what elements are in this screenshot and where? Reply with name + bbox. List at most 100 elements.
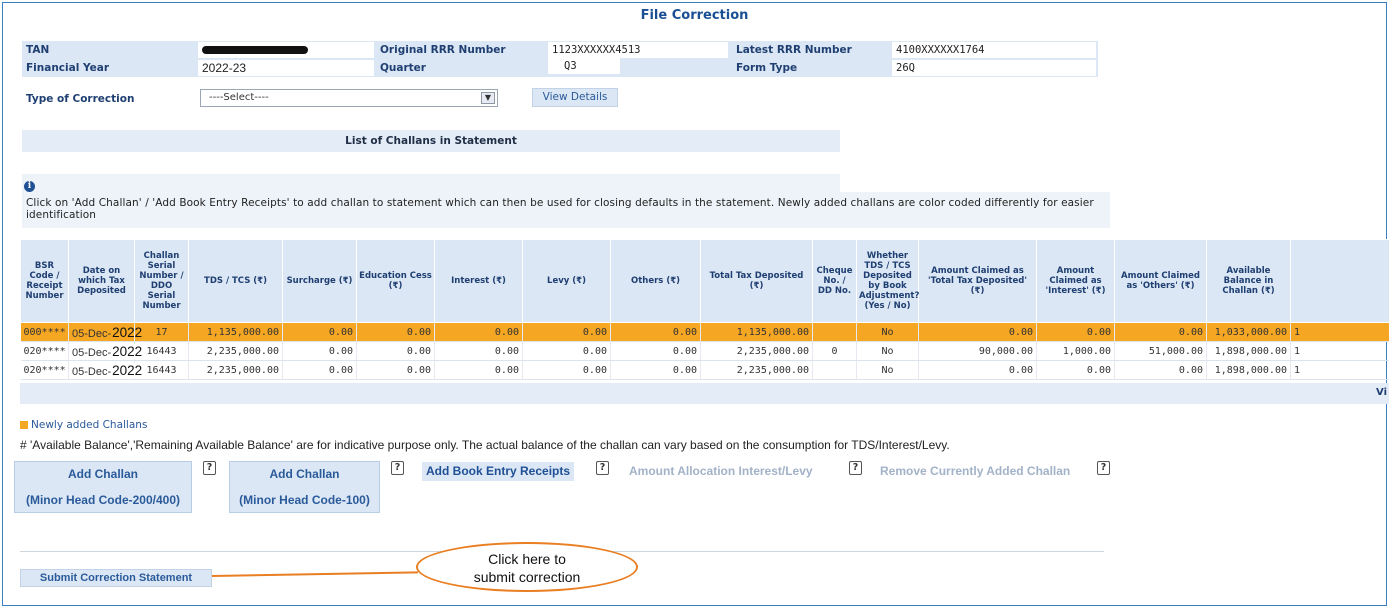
tan-masked-value (202, 46, 308, 54)
header-cheque-dd: Cheque No. / DD No. (812, 239, 857, 323)
cell-date-day: 05-Dec- (72, 327, 112, 340)
header-interest: Interest (₹) (434, 239, 523, 323)
cell-cess: 0.00 (356, 360, 435, 380)
cell-claimed-interest: 1,000.00 (1036, 341, 1115, 361)
cell-overflow: 1 (1290, 322, 1389, 342)
cell-available: 1,898,000.00 (1206, 341, 1291, 361)
cell-overflow: 1 (1290, 360, 1389, 380)
header-date-deposited: Date on which Tax Deposited (68, 239, 135, 323)
cell-tds: 1,135,000.00 (188, 322, 283, 342)
header-challan-serial: Challan Serial Number / DDO Serial Numbe… (134, 239, 189, 323)
form-type-value: 26Q (892, 60, 1096, 76)
add-book-entry-receipts-button[interactable]: Add Book Entry Receipts (422, 462, 575, 481)
remove-added-challan-button[interactable]: Remove Currently Added Challan (876, 462, 1074, 481)
cell-claimed-interest: 0.00 (1036, 322, 1115, 342)
type-of-correction-label: Type of Correction (26, 93, 135, 105)
cell-date-day: 05-Dec- (72, 346, 112, 359)
help-icon[interactable]: ? (849, 461, 862, 475)
cell-book-adjustment: No (856, 360, 919, 380)
header-surcharge: Surcharge (₹) (282, 239, 357, 323)
cell-bsr: 020**** (20, 360, 69, 380)
cell-total: 1,135,000.00 (700, 322, 813, 342)
latest-rrr-label: Latest RRR Number (736, 44, 852, 56)
challans-table-wrapper: BSR Code / Receipt Number Date on which … (20, 239, 1389, 404)
cell-others: 0.00 (610, 341, 701, 361)
help-icon[interactable]: ? (596, 461, 609, 475)
cell-date: 05-Dec-2022 (68, 360, 144, 380)
cell-surcharge: 0.00 (282, 322, 357, 342)
quarter-value: Q3 (548, 58, 620, 74)
challans-table: BSR Code / Receipt Number Date on which … (20, 239, 1389, 380)
cell-available: 1,898,000.00 (1206, 360, 1291, 380)
add-challan-100-title: Add Challan (269, 467, 340, 481)
add-challan-200-400-button[interactable]: Add Challan (Minor Head Code-200/400) (14, 461, 192, 513)
cell-date-day: 05-Dec- (72, 365, 112, 378)
cell-interest: 0.00 (434, 341, 523, 361)
cell-surcharge: 0.00 (282, 360, 357, 380)
cell-cess: 0.00 (356, 322, 435, 342)
tan-label: TAN (26, 44, 50, 56)
cell-date-year: 2022 (111, 343, 144, 359)
help-icon[interactable]: ? (391, 461, 404, 475)
type-of-correction-select-value: ----Select---- (209, 92, 269, 103)
table-horizontal-scrollbar[interactable]: Vi (20, 383, 1389, 404)
cell-tds: 2,235,000.00 (188, 341, 283, 361)
cell-claimed-total: 0.00 (918, 322, 1037, 342)
cell-book-adjustment: No (856, 322, 919, 342)
header-claimed-interest: Amount Claimed as 'Interest' (₹) (1036, 239, 1115, 323)
cell-claimed-total: 0.00 (918, 360, 1037, 380)
chevron-down-icon[interactable]: ▼ (481, 92, 495, 104)
cell-claimed-interest: 0.00 (1036, 360, 1115, 380)
header-others: Others (₹) (610, 239, 701, 323)
submit-correction-statement-button[interactable]: Submit Correction Statement (20, 569, 212, 587)
cell-others: 0.00 (610, 322, 701, 342)
available-balance-footnote: # 'Available Balance','Remaining Availab… (20, 438, 950, 452)
latest-rrr-value: 4100XXXXXX1764 (892, 42, 1096, 58)
header-claimed-total: Amount Claimed as 'Total Tax Deposited' … (918, 239, 1037, 323)
cell-date-year: 2022 (112, 324, 143, 340)
table-row[interactable]: 020**** 05-Dec-2022 16443 2,235,000.00 0… (20, 341, 1389, 361)
list-of-challans-title: List of Challans in Statement (22, 130, 840, 152)
header-claimed-others: Amount Claimed as 'Others' (₹) (1114, 239, 1207, 323)
add-challan-200-400-subtitle: (Minor Head Code-200/400) (25, 493, 181, 507)
financial-year-value: 2022-23 (198, 60, 374, 76)
header-levy: Levy (₹) (522, 239, 611, 323)
cell-claimed-others: 0.00 (1114, 360, 1207, 380)
header-book-adjustment: Whether TDS / TCS Deposited by Book Adju… (856, 239, 919, 323)
cell-levy: 0.00 (522, 322, 611, 342)
header-total-tax-deposited: Total Tax Deposited (₹) (700, 239, 813, 323)
cell-total: 2,235,000.00 (700, 341, 813, 361)
header-bsr-code: BSR Code / Receipt Number (20, 239, 69, 323)
help-icon[interactable]: ? (203, 461, 216, 475)
original-rrr-label: Original RRR Number (380, 44, 506, 56)
cell-bsr: 020**** (20, 341, 69, 361)
callout-line-1: Click here to (488, 551, 566, 567)
header-education-cess: Education Cess (₹) (356, 239, 435, 323)
view-details-button[interactable]: View Details (532, 88, 618, 107)
legend-label: Newly added Challans (31, 419, 148, 431)
type-of-correction-select[interactable]: ----Select---- ▼ (200, 89, 498, 107)
quarter-label: Quarter (380, 62, 426, 74)
amount-allocation-button[interactable]: Amount Allocation Interest/Levy (625, 462, 817, 481)
cell-cess: 0.00 (356, 341, 435, 361)
cell-date-year: 2022 (111, 362, 144, 378)
help-icon[interactable]: ? (1097, 461, 1110, 475)
header-tds-tcs: TDS / TCS (₹) (188, 239, 283, 323)
legend-newly-added: Newly added Challans (20, 419, 147, 431)
cell-claimed-others: 0.00 (1114, 322, 1207, 342)
callout-line-2: submit correction (473, 569, 581, 585)
financial-year-label: Financial Year (26, 62, 109, 74)
table-row[interactable]: 020**** 05-Dec-2022 16443 2,235,000.00 0… (20, 360, 1389, 380)
cell-date: 05-Dec-2022 (68, 322, 142, 342)
add-challan-100-button[interactable]: Add Challan (Minor Head Code-100) (229, 461, 380, 513)
cell-others: 0.00 (610, 360, 701, 380)
form-type-label: Form Type (736, 62, 798, 74)
cell-claimed-total: 90,000.00 (918, 341, 1037, 361)
page-title: File Correction (640, 8, 749, 23)
legend-swatch (20, 421, 28, 429)
info-icon: i (24, 181, 35, 192)
header-available-balance: Available Balance in Challan (₹) (1206, 239, 1291, 323)
cell-surcharge: 0.00 (282, 341, 357, 361)
cell-claimed-others: 51,000.00 (1114, 341, 1207, 361)
table-row[interactable]: 000**** 05-Dec-2022 17 1,135,000.00 0.00… (20, 322, 1389, 342)
